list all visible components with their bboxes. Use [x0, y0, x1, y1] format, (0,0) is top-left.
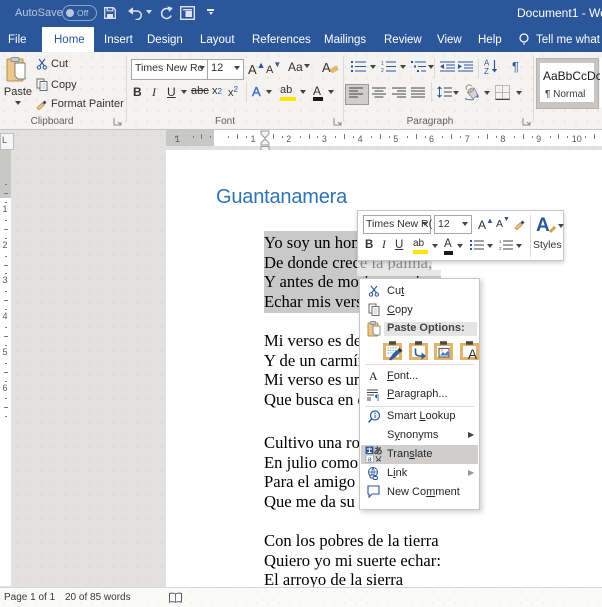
svg-text:Z: Z [484, 67, 489, 75]
svg-text:1: 1 [499, 239, 502, 244]
svg-text:A: A [322, 60, 331, 75]
svg-text:¶: ¶ [375, 393, 379, 401]
svg-text:1: 1 [381, 61, 384, 67]
svg-text:2: 2 [381, 68, 384, 73]
svg-text:A: A [468, 347, 477, 361]
svg-text:あ: あ [374, 446, 383, 456]
svg-text:2: 2 [499, 246, 502, 251]
